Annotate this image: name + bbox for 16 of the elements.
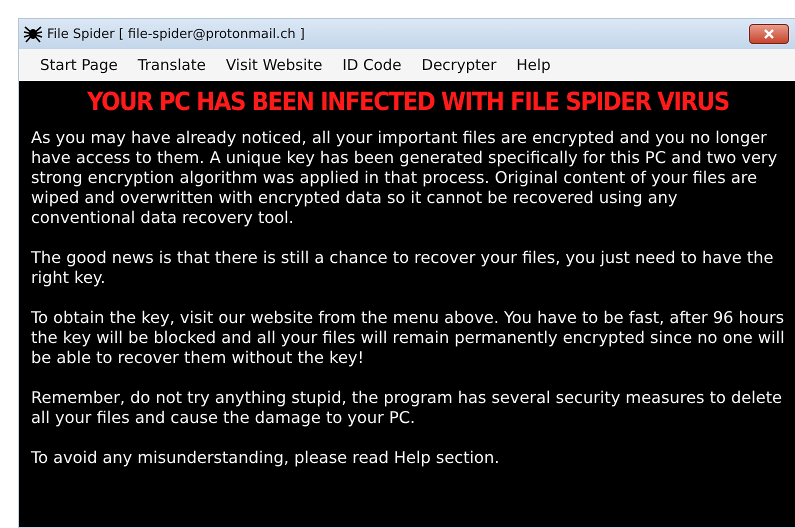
close-icon bbox=[763, 29, 775, 39]
menu-item[interactable]: Start Page bbox=[31, 52, 127, 78]
menu-item[interactable]: Decrypter bbox=[412, 52, 506, 78]
spider-icon bbox=[23, 25, 43, 43]
message-paragraph: Remember, do not try anything stupid, the program has several security measures to delete all your files and cause the damage to your PC. bbox=[31, 388, 783, 428]
warning-heading: YOUR PC HAS BEEN INFECTED WITH FILE SPIDER VIRUS bbox=[86, 87, 730, 116]
menu-item[interactable]: Visit Website bbox=[216, 52, 332, 78]
message-paragraph: The good news is that there is still a chance to recover your files, you just need to have the right key. bbox=[31, 248, 774, 288]
message-paragraph: To avoid any misunderstanding, please read Help section. bbox=[31, 448, 500, 468]
close-button[interactable] bbox=[749, 24, 789, 44]
menu-item[interactable]: Help bbox=[507, 52, 560, 78]
window-title: File Spider [ file-spider@protonmail.ch ] bbox=[47, 26, 306, 42]
message-paragraph: To obtain the key, visit our website from the menu above. You have to be fast, after 96 hours the key will be blocked and all your files will remain permanently encrypted since no one will be able to recover them without the key! bbox=[31, 308, 785, 368]
menu-item[interactable]: ID Code bbox=[333, 52, 411, 78]
message-paragraph: As you may have already noticed, all your important files are encrypted and you no longer have access to them. A unique key has been generated specifically for this PC and two very strong encryption algorithm was applied in that process. Original content of your files are wiped and overwritten with encrypted data so it cannot be recovered using any conventional data recovery tool. bbox=[31, 128, 778, 228]
menu-item[interactable]: Translate bbox=[128, 52, 215, 78]
